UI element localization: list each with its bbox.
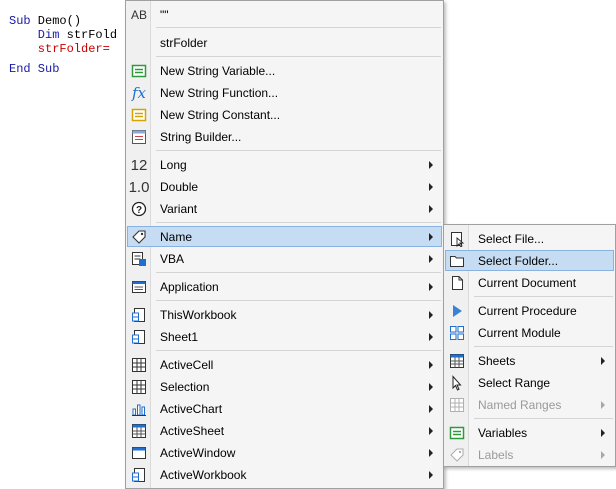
submenu-arrow-icon: [429, 427, 433, 435]
submenu-item-select-range[interactable]: Select Range: [445, 372, 614, 393]
menu-separator: [156, 272, 441, 273]
submenu-item-select-file[interactable]: Select File...: [445, 228, 614, 249]
menu-item-long[interactable]: 12 Long: [127, 154, 442, 175]
submenu-arrow-icon: [429, 183, 433, 191]
submenu-arrow-icon: [429, 311, 433, 319]
submenu-separator: [474, 346, 613, 347]
application-icon: [130, 278, 148, 296]
menu-separator: [156, 56, 441, 57]
menu-item-double[interactable]: 1.0 Double: [127, 176, 442, 197]
menu-item-new-string-variable[interactable]: New String Variable...: [127, 60, 442, 81]
submenu-item-current-module[interactable]: Current Module: [445, 322, 614, 343]
code-line-2: Dim strFold: [9, 28, 117, 42]
name-submenu: Select File... Select Folder... Current …: [443, 224, 616, 467]
submenu-arrow-icon: [601, 357, 605, 365]
window-icon: [130, 444, 148, 462]
cell-grid-icon: [130, 356, 148, 374]
tag-icon: [130, 228, 148, 246]
menu-item-strfolder[interactable]: strFolder: [127, 32, 442, 53]
submenu-item-labels[interactable]: Labels: [445, 444, 614, 465]
submenu-arrow-icon: [601, 451, 605, 459]
submenu-item-named-ranges[interactable]: Named Ranges: [445, 394, 614, 415]
menu-separator: [156, 27, 441, 28]
active-workbook-icon: [130, 466, 148, 484]
active-sheet-icon: [130, 422, 148, 440]
submenu-arrow-icon: [429, 255, 433, 263]
submenu-arrow-icon: [429, 361, 433, 369]
menu-item-activewindow[interactable]: ActiveWindow: [127, 442, 442, 463]
cursor-icon: [448, 374, 466, 392]
labels-icon: [448, 446, 466, 464]
submenu-separator: [474, 296, 613, 297]
text-ab-icon: AB: [130, 8, 147, 22]
submenu-arrow-icon: [429, 333, 433, 341]
submenu-separator: [474, 418, 613, 419]
menu-item-new-string-constant[interactable]: New String Constant...: [127, 104, 442, 125]
submenu-arrow-icon: [429, 205, 433, 213]
folder-icon: [448, 252, 466, 270]
menu-item-application[interactable]: Application: [127, 276, 442, 297]
menu-item-string-builder[interactable]: String Builder...: [127, 126, 442, 147]
submenu-item-select-folder[interactable]: Select Folder...: [445, 250, 614, 271]
submenu-arrow-icon: [429, 161, 433, 169]
context-menu: AB "" strFolder New String Variable... f…: [125, 0, 444, 489]
long-12-icon: 12: [130, 156, 148, 174]
menu-item-new-string-function[interactable]: fx New String Function...: [127, 82, 442, 103]
vba-icon: [130, 250, 148, 268]
menu-separator: [156, 222, 441, 223]
chart-icon: [130, 400, 148, 418]
menu-item-activesheet[interactable]: ActiveSheet: [127, 420, 442, 441]
play-icon: [448, 302, 466, 320]
menu-item-vba[interactable]: VBA: [127, 248, 442, 269]
code-line-3: strFolder=: [9, 42, 110, 56]
menu-item-variant[interactable]: ? Variant: [127, 198, 442, 219]
keyword-dim: Dim: [9, 28, 60, 42]
submenu-item-variables[interactable]: Variables: [445, 422, 614, 443]
submenu-arrow-icon: [429, 283, 433, 291]
sheet-icon: [130, 328, 148, 346]
select-file-icon: [448, 230, 466, 248]
submenu-arrow-icon: [429, 383, 433, 391]
submenu-arrow-icon: [429, 449, 433, 457]
double-10-icon: 1.0: [128, 178, 150, 196]
submenu-item-current-procedure[interactable]: Current Procedure: [445, 300, 614, 321]
menu-item-activecell[interactable]: ActiveCell: [127, 354, 442, 375]
workbook-icon: [130, 306, 148, 324]
submenu-arrow-icon: [429, 405, 433, 413]
menu-item-activeworkbook[interactable]: ActiveWorkbook: [127, 464, 442, 485]
document-icon: [448, 274, 466, 292]
menu-item-empty-string[interactable]: AB "": [127, 4, 442, 25]
submenu-arrow-icon: [429, 471, 433, 479]
named-ranges-icon: [448, 396, 466, 414]
submenu-item-current-document[interactable]: Current Document: [445, 272, 614, 293]
submenu-item-sheets[interactable]: Sheets: [445, 350, 614, 371]
menu-item-thisworkbook[interactable]: ThisWorkbook: [127, 304, 442, 325]
submenu-arrow-icon: [601, 401, 605, 409]
submenu-arrow-icon: [601, 429, 605, 437]
sheets-icon: [448, 352, 466, 370]
selection-grid-icon: [130, 378, 148, 396]
menu-item-name[interactable]: Name: [127, 226, 442, 247]
svg-text:?: ?: [136, 205, 142, 216]
string-builder-icon: [130, 128, 148, 146]
variable-icon: [130, 62, 148, 80]
constant-icon: [130, 106, 148, 124]
function-icon: fx: [131, 84, 146, 102]
module-icon: [448, 324, 466, 342]
menu-separator: [156, 350, 441, 351]
menu-separator: [156, 150, 441, 151]
menu-separator: [156, 300, 441, 301]
code-line-4: End Sub: [9, 62, 60, 76]
variables-icon: [448, 424, 466, 442]
procedure-name: Demo(): [30, 14, 82, 28]
submenu-arrow-icon: [429, 233, 433, 241]
menu-item-sheet1[interactable]: Sheet1: [127, 326, 442, 347]
question-icon: ?: [130, 200, 148, 218]
code-line-1: Sub Demo(): [9, 14, 81, 28]
menu-item-activechart[interactable]: ActiveChart: [127, 398, 442, 419]
menu-item-selection[interactable]: Selection: [127, 376, 442, 397]
keyword-sub: Sub: [9, 14, 31, 28]
variable-declaration: strFold: [59, 28, 118, 42]
